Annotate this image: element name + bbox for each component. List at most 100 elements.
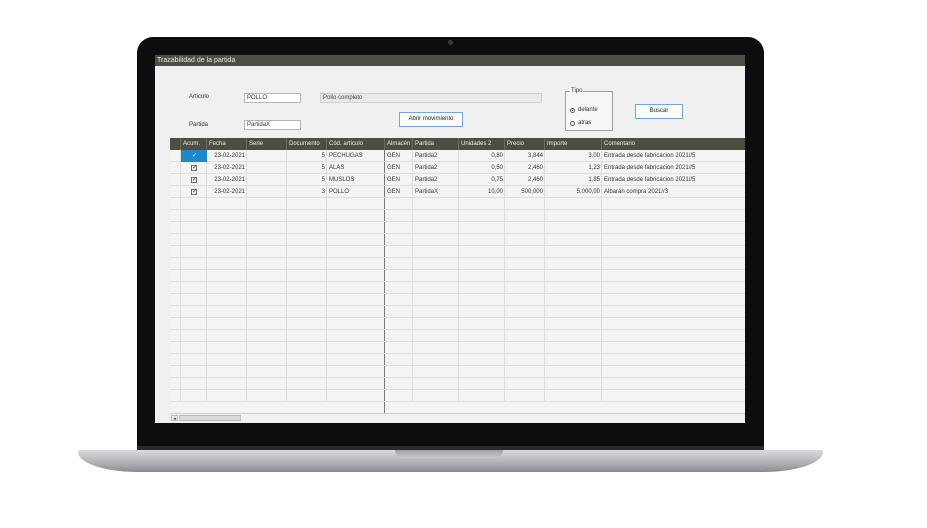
empty-table-row[interactable] xyxy=(170,222,745,234)
acum-checkbox[interactable]: ✓ xyxy=(191,153,197,159)
cell-unidades: 0,50 xyxy=(491,165,503,171)
table-row[interactable]: ✓ 23-02-2021 5 PECHUGAS GEN Partida2 0,80 3,844… xyxy=(170,150,745,162)
articulo-label: Articulo xyxy=(189,94,210,100)
tipo-radio-delante[interactable] xyxy=(570,108,575,113)
cell-unidades: 0,75 xyxy=(491,177,503,183)
tipo-option-atras: atras xyxy=(578,120,592,126)
cell-serie xyxy=(247,186,287,198)
cell-comentario: Albarán compra 2021//3 xyxy=(604,189,669,195)
partida-label: Partida xyxy=(189,122,209,128)
table-row[interactable]: ✓ 23-02-2021 5 MUSLOS GEN Partida2 0,75 2,460 1,… xyxy=(170,174,745,186)
laptop-notch xyxy=(395,450,503,458)
scroll-thumb[interactable] xyxy=(179,415,241,421)
window-title: Trazabilidad de la partida xyxy=(155,55,745,66)
row-selector[interactable] xyxy=(170,162,181,174)
cell-fecha: 23-02-2021 xyxy=(214,165,245,171)
app-window: Trazabilidad de la partida Articulo POLL… xyxy=(155,55,745,423)
empty-table-row[interactable] xyxy=(170,330,745,342)
scroll-left-icon[interactable]: ◂ xyxy=(171,415,178,422)
column-header-fecha[interactable]: Fecha xyxy=(207,138,247,150)
cell-fecha: 23-02-2021 xyxy=(214,189,245,195)
cell-comentario: Entrada desde fabricacion 2021//5 xyxy=(604,177,696,183)
empty-table-row[interactable] xyxy=(170,366,745,378)
cell-fecha: 23-02-2021 xyxy=(214,177,245,183)
empty-table-row[interactable] xyxy=(170,270,745,282)
cell-cod: MUSLOS xyxy=(329,177,355,183)
column-header-serie[interactable]: Serie xyxy=(247,138,287,150)
cell-fecha: 23-02-2021 xyxy=(214,153,245,159)
empty-table-row[interactable] xyxy=(170,210,745,222)
horizontal-scrollbar[interactable]: ◂ xyxy=(170,413,745,422)
cell-importe: 1,85 xyxy=(588,177,600,183)
empty-table-row[interactable] xyxy=(170,354,745,366)
acum-checkbox[interactable]: ✓ xyxy=(191,177,197,183)
articulo-description: Pollo completo xyxy=(320,93,542,103)
table-row[interactable]: ✓ 23-02-2021 5 ALAS GEN Partida2 0,50 2,460 1,23… xyxy=(170,162,745,174)
cell-precio: 2,460 xyxy=(527,177,543,183)
tipo-label: Tipo xyxy=(570,88,584,94)
column-header-importe[interactable]: Importe xyxy=(545,138,602,150)
tipo-option-delante: delante xyxy=(578,107,598,113)
acum-cell: ✓ xyxy=(181,174,207,186)
acum-checkbox[interactable]: ✓ xyxy=(191,189,197,195)
cell-documento: 5 xyxy=(321,153,325,159)
acum-cell: ✓ xyxy=(181,150,207,162)
cell-precio: 3,844 xyxy=(527,153,543,159)
cell-comentario: Entrada desde fabricacion 2021//5 xyxy=(604,153,696,159)
cell-almacen: GEN xyxy=(387,177,401,183)
column-header-partida[interactable]: Partida xyxy=(413,138,459,150)
buscar-button[interactable]: Buscar xyxy=(635,104,683,119)
table-header: Acum. Fecha Serie Documento Cód. artícul… xyxy=(170,138,745,150)
cell-partida: Partida2 xyxy=(415,177,438,183)
empty-table-row[interactable] xyxy=(170,234,745,246)
empty-table-row[interactable] xyxy=(170,294,745,306)
cell-partida: PartidaX xyxy=(415,189,439,195)
empty-table-row[interactable] xyxy=(170,258,745,270)
column-header-acum[interactable]: Acum. xyxy=(181,138,207,150)
empty-table-row[interactable] xyxy=(170,282,745,294)
cell-precio: 500,000 xyxy=(521,189,543,195)
empty-table-row[interactable] xyxy=(170,246,745,258)
cell-documento: 5 xyxy=(321,165,325,171)
column-header-comentario[interactable]: Comentario xyxy=(602,138,745,150)
cell-almacen: GEN xyxy=(387,165,401,171)
cell-partida: Partida2 xyxy=(415,153,438,159)
row-selector[interactable] xyxy=(170,186,181,198)
camera-icon xyxy=(448,40,453,45)
cell-unidades: 0,80 xyxy=(491,153,503,159)
cell-importe: 5.000,00 xyxy=(576,189,600,195)
empty-table-row[interactable] xyxy=(170,306,745,318)
cell-serie xyxy=(247,174,287,186)
cell-comentario: Entrada desde fabricacion 2021//5 xyxy=(604,165,696,171)
empty-table-row[interactable] xyxy=(170,390,745,402)
cell-serie xyxy=(247,162,287,174)
empty-table-row[interactable] xyxy=(170,342,745,354)
search-form: Articulo POLLO Pollo completo Partida Pa… xyxy=(155,66,745,138)
cell-importe: 3,00 xyxy=(588,153,600,159)
cell-cod: POLLO xyxy=(329,189,350,195)
empty-table-row[interactable] xyxy=(170,318,745,330)
column-header-documento[interactable]: Documento xyxy=(287,138,327,150)
row-selector-header xyxy=(170,138,181,150)
cell-cod: ALAS xyxy=(329,165,345,171)
partida-input[interactable]: PartidaX xyxy=(244,120,301,130)
column-header-unidades[interactable]: Unidades 2 xyxy=(459,138,505,150)
empty-table-row[interactable] xyxy=(170,198,745,210)
table-row[interactable]: ✓ 23-02-2021 3 POLLO GEN PartidaX 10,00 500,000… xyxy=(170,186,745,198)
row-selector[interactable] xyxy=(170,150,181,162)
articulo-input[interactable]: POLLO xyxy=(244,93,301,103)
cell-importe: 1,23 xyxy=(588,165,600,171)
cell-cod: PECHUGAS xyxy=(329,153,363,159)
acum-checkbox[interactable]: ✓ xyxy=(191,165,197,171)
tipo-group: Tipo delante atras xyxy=(565,88,613,131)
abrir-movimiento-button[interactable]: Abrir movimiento xyxy=(399,112,463,127)
column-header-cod-articulo[interactable]: Cód. artículo xyxy=(327,138,385,150)
cell-precio: 2,460 xyxy=(527,165,543,171)
cell-unidades: 10,00 xyxy=(487,189,503,195)
empty-table-row[interactable] xyxy=(170,378,745,390)
row-selector[interactable] xyxy=(170,174,181,186)
column-header-precio[interactable]: Precio xyxy=(505,138,545,150)
column-header-almacen[interactable]: Almacén xyxy=(385,138,413,150)
tipo-radio-atras[interactable] xyxy=(570,121,575,126)
cell-documento: 3 xyxy=(321,189,325,195)
